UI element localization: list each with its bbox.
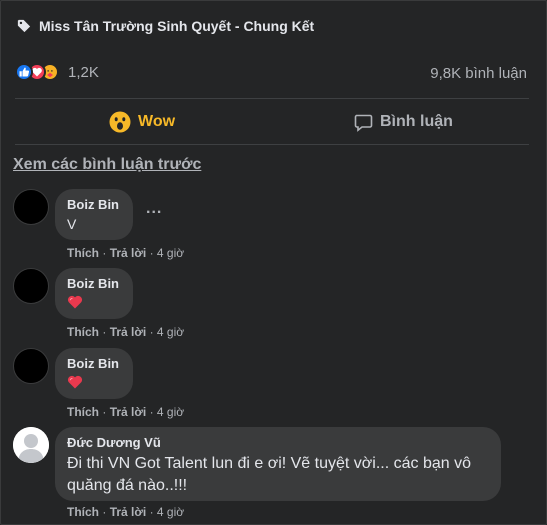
comment-time[interactable]: 4 giờ — [157, 505, 184, 519]
wow-reaction-button[interactable]: Wow — [109, 109, 175, 135]
like-comment-link[interactable]: Thích — [67, 505, 99, 519]
comment-bubble: Boiz Bin V — [55, 189, 133, 240]
wow-label: Wow — [138, 113, 176, 130]
comment-bubble: Boiz Bin — [55, 348, 133, 399]
default-user-icon — [13, 427, 49, 463]
reply-link[interactable]: Trả lời — [110, 405, 147, 419]
heart-emoji-icon — [67, 375, 83, 389]
separator: · — [149, 246, 154, 260]
comment-text: Đi thi VN Got Talent lun đi e ơi! Vẽ tuy… — [67, 455, 471, 494]
separator: · — [149, 505, 154, 519]
reaction-count: 1,2K — [68, 63, 99, 81]
tagline-text: Miss Tân Trường Sinh Quyết - Chung Kết — [39, 18, 315, 34]
avatar[interactable] — [13, 348, 49, 384]
comment-meta: Thích · Trả lời · 4 giờ — [67, 325, 184, 339]
avatar[interactable] — [13, 268, 49, 304]
reaction-summary[interactable]: 1,2K — [15, 63, 99, 81]
view-previous-comments-link[interactable]: Xem các bình luận trước — [13, 156, 201, 174]
separator: · — [102, 405, 107, 419]
comment-author[interactable]: Boiz Bin — [67, 356, 121, 371]
like-icon — [15, 63, 33, 81]
post-card: Miss Tân Trường Sinh Quyết - Chung Kết 1… — [0, 0, 547, 525]
reply-link[interactable]: Trả lời — [110, 505, 147, 519]
comment-bubble: Đức Dương Vũ Đi thi VN Got Talent lun đi… — [55, 427, 501, 501]
comment-button[interactable]: Bình luận — [353, 109, 453, 135]
comment-time[interactable]: 4 giờ — [157, 325, 184, 339]
like-comment-link[interactable]: Thích — [67, 405, 99, 419]
avatar[interactable] — [13, 427, 49, 463]
comment-time[interactable]: 4 giờ — [157, 405, 184, 419]
comment-count-link[interactable]: 9,8K bình luận — [430, 65, 527, 82]
tag-icon — [17, 19, 31, 33]
comment-text: V — [67, 216, 77, 232]
comment-author[interactable]: Boiz Bin — [67, 276, 121, 291]
comment-time[interactable]: 4 giờ — [157, 246, 184, 260]
comment-meta: Thích · Trả lời · 4 giờ — [67, 405, 184, 419]
comment-author[interactable]: Đức Dương Vũ — [67, 435, 489, 450]
separator: · — [102, 246, 107, 260]
separator: · — [149, 325, 154, 339]
comment-icon — [354, 114, 373, 132]
comment-bubble: Boiz Bin — [55, 268, 133, 319]
more-options-icon[interactable]: ... — [146, 200, 162, 218]
separator: · — [102, 505, 107, 519]
comment-meta: Thích · Trả lời · 4 giờ — [67, 505, 184, 519]
like-comment-link[interactable]: Thích — [67, 246, 99, 260]
divider-top — [15, 98, 529, 99]
heart-emoji-icon — [67, 295, 83, 309]
separator: · — [102, 325, 107, 339]
separator: · — [149, 405, 154, 419]
post-tagline[interactable]: Miss Tân Trường Sinh Quyết - Chung Kết — [17, 15, 314, 37]
comment-author[interactable]: Boiz Bin — [67, 197, 121, 212]
wow-face-icon — [109, 111, 131, 133]
reply-link[interactable]: Trả lời — [110, 246, 147, 260]
reply-link[interactable]: Trả lời — [110, 325, 147, 339]
comment-label: Bình luận — [380, 113, 453, 130]
avatar[interactable] — [13, 189, 49, 225]
divider-bottom — [15, 144, 529, 145]
like-comment-link[interactable]: Thích — [67, 325, 99, 339]
comment-meta: Thích · Trả lời · 4 giờ — [67, 246, 184, 260]
